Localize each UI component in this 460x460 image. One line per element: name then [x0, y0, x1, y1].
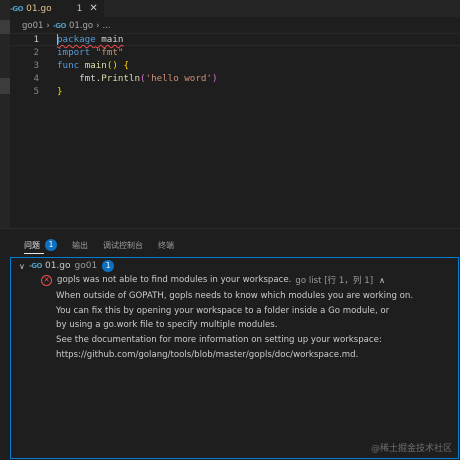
- close-icon[interactable]: ✕: [89, 3, 97, 14]
- keyword: import: [57, 47, 91, 58]
- problem-file-dir: go01: [74, 261, 98, 271]
- error-detail-line: See the documentation for more informati…: [56, 335, 382, 345]
- tab-debug-console[interactable]: 调试控制台: [103, 240, 143, 251]
- error-detail-link[interactable]: https://github.com/golang/tools/blob/mas…: [56, 348, 358, 362]
- breadcrumb-folder[interactable]: go01: [22, 21, 43, 31]
- breadcrumb-separator: ›: [96, 21, 100, 31]
- error-message: gopls was not able to find modules in yo…: [57, 275, 292, 285]
- breadcrumb: go01 › -GO 01.go › ...: [22, 19, 111, 33]
- line-number: 4: [33, 73, 39, 84]
- tab-label: 问题: [24, 240, 40, 250]
- active-tab-underline: [24, 253, 44, 254]
- string-literal: "fmt": [95, 47, 124, 58]
- code-line[interactable]: 1 package main: [10, 33, 450, 46]
- editor-tab-01-go[interactable]: -GO 01.go 1 ✕: [10, 0, 104, 17]
- go-file-icon: -GO: [10, 4, 24, 13]
- error-detail-line: You can fix this by opening your workspa…: [56, 306, 390, 316]
- code-line[interactable]: 5 }: [10, 85, 450, 98]
- panel-tabs: 问题 1 输出 调试控制台 终端: [24, 236, 189, 254]
- left-gutter-strip: [0, 17, 10, 228]
- tab-output[interactable]: 输出: [72, 240, 88, 251]
- function-name: main: [84, 60, 107, 71]
- watermark: @稀土掘金技术社区: [370, 444, 452, 454]
- error-detail-line: When outside of GOPATH, gopls needs to k…: [56, 291, 414, 301]
- line-number: 3: [33, 60, 39, 71]
- go-file-icon: -GO: [28, 262, 43, 270]
- code-editor[interactable]: 1 package main 2 import "fmt" 3 func mai…: [10, 33, 460, 228]
- line-number: 2: [33, 47, 39, 58]
- error-icon: ✕: [41, 274, 52, 286]
- left-strip-marker: [0, 20, 10, 34]
- left-strip-marker: [0, 78, 10, 94]
- package-ref: fmt.: [57, 73, 102, 84]
- brace: }: [57, 86, 63, 97]
- error-detail-line: by using a go.work file to specify multi…: [56, 320, 278, 330]
- code-line[interactable]: 3 func main() {: [10, 59, 450, 72]
- breadcrumb-separator: ›: [46, 21, 50, 31]
- problem-item[interactable]: ✕ gopls was not able to find modules in …: [41, 273, 385, 287]
- function-call: Println: [101, 73, 140, 84]
- problem-file-group[interactable]: ∨ -GO 01.go go01 1: [19, 259, 115, 273]
- chevron-down-icon[interactable]: ∨: [19, 262, 25, 271]
- line-number: 5: [33, 86, 39, 97]
- tab-problem-count: 1: [76, 3, 83, 14]
- breadcrumb-symbol[interactable]: ...: [102, 21, 110, 31]
- keyword: package: [57, 34, 96, 45]
- file-problem-count-badge: 1: [102, 260, 115, 272]
- breadcrumb-file[interactable]: 01.go: [69, 21, 93, 31]
- string-literal: 'hello word': [145, 73, 212, 84]
- code-line[interactable]: 4 fmt.Println('hello word'): [10, 72, 450, 85]
- brace: {: [123, 60, 129, 71]
- text-cursor: [57, 34, 58, 45]
- problems-count-badge: 1: [45, 239, 57, 251]
- tab-filename: 01.go: [26, 3, 52, 14]
- go-file-icon: -GO: [52, 22, 67, 30]
- line-number: 1: [33, 34, 39, 45]
- code-line[interactable]: 2 import "fmt": [10, 46, 450, 59]
- tab-problems[interactable]: 问题 1: [24, 239, 57, 251]
- package-name: main: [95, 34, 124, 45]
- problem-file-name: 01.go: [44, 261, 71, 271]
- keyword: func: [57, 60, 80, 71]
- error-source: go list [行 1，列 1]: [295, 276, 374, 286]
- tab-terminal[interactable]: 终端: [158, 240, 174, 251]
- paren-close: ): [211, 73, 218, 84]
- parens: (): [106, 60, 124, 71]
- chevron-up-icon[interactable]: ∧: [379, 276, 385, 285]
